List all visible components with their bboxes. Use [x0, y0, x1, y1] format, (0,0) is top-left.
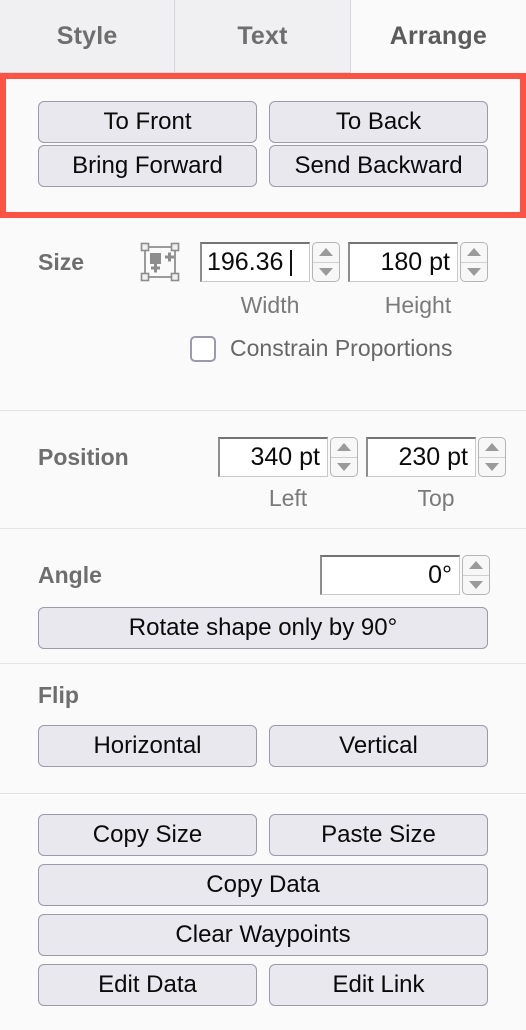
to-back-label: To Back [335, 108, 422, 135]
left-stepper-up[interactable] [331, 438, 357, 458]
width-stepper-down[interactable] [313, 263, 339, 282]
angle-value: 0° [428, 561, 452, 589]
height-stepper-down[interactable] [461, 263, 487, 282]
chevron-down-icon [467, 267, 481, 276]
top-stepper-up[interactable] [479, 438, 505, 458]
chevron-up-icon [469, 561, 483, 570]
top-field-label: Top [417, 485, 455, 511]
flip-button-row: Horizontal Vertical [0, 725, 526, 767]
size-section-title: Size [38, 248, 85, 275]
height-input[interactable]: 180 pt [348, 242, 458, 282]
left-stepper-down[interactable] [331, 458, 357, 477]
top-stepper-down[interactable] [479, 458, 505, 477]
angle-stepper-down[interactable] [463, 576, 489, 595]
top-value: 230 pt [398, 443, 468, 471]
position-section: Position 340 pt 230 pt Left Top [0, 411, 526, 529]
send-backward-label: Send Backward [294, 152, 463, 179]
tab-arrange-label: Arrange [389, 21, 487, 50]
edit-data-label: Edit Data [98, 971, 197, 998]
edit-row: Edit Data Edit Link [0, 964, 526, 1006]
height-stepper-up[interactable] [461, 243, 487, 263]
chevron-up-icon [467, 248, 481, 257]
angle-section-title: Angle [38, 561, 102, 588]
left-stepper[interactable] [330, 437, 358, 477]
order-button-row-2: Bring Forward Send Backward [6, 145, 520, 187]
tab-arrange[interactable]: Arrange [350, 0, 526, 73]
tab-style[interactable]: Style [0, 0, 176, 73]
width-stepper[interactable] [312, 242, 340, 282]
left-input[interactable]: 340 pt [218, 437, 328, 477]
to-back-button[interactable]: To Back [269, 101, 488, 143]
top-input[interactable]: 230 pt [366, 437, 476, 477]
constrain-proportions-checkbox[interactable] [190, 335, 216, 362]
angle-stepper[interactable] [462, 555, 490, 595]
chevron-down-icon [319, 267, 333, 276]
height-value: 180 pt [380, 248, 450, 276]
size-clipboard-row: Copy Size Paste Size [0, 814, 526, 856]
order-button-row-1: To Front To Back [6, 101, 520, 143]
chevron-up-icon [485, 443, 499, 452]
flip-vertical-label: Vertical [339, 732, 418, 759]
left-value: 340 pt [250, 443, 320, 471]
send-backward-button[interactable]: Send Backward [269, 145, 488, 187]
left-field-label: Left [268, 485, 308, 511]
constrain-proportions-row[interactable]: Constrain Proportions [0, 335, 526, 362]
top-stepper[interactable] [478, 437, 506, 477]
angle-input[interactable]: 0° [320, 555, 460, 595]
bring-forward-button[interactable]: Bring Forward [38, 145, 257, 187]
flip-horizontal-label: Horizontal [93, 732, 202, 759]
chevron-down-icon [469, 580, 483, 589]
to-front-button[interactable]: To Front [38, 101, 257, 143]
edit-link-button[interactable]: Edit Link [269, 964, 488, 1006]
edit-data-button[interactable]: Edit Data [38, 964, 257, 1006]
flip-section-title: Flip [38, 682, 79, 708]
width-field-label: Width [240, 292, 300, 318]
width-stepper-up[interactable] [313, 243, 339, 263]
tab-style-label: Style [56, 21, 118, 50]
height-field-label: Height [384, 292, 452, 318]
chevron-up-icon [337, 443, 351, 452]
copy-size-button[interactable]: Copy Size [38, 814, 257, 856]
autosize-icon[interactable] [138, 242, 182, 284]
flip-horizontal-button[interactable]: Horizontal [38, 725, 257, 767]
paste-size-label: Paste Size [321, 821, 436, 848]
tab-text[interactable]: Text [175, 0, 351, 73]
paste-size-button[interactable]: Paste Size [269, 814, 488, 856]
flip-vertical-button[interactable]: Vertical [269, 725, 488, 767]
to-front-label: To Front [103, 108, 192, 135]
copy-data-label: Copy Data [206, 871, 320, 898]
bring-forward-label: Bring Forward [72, 152, 223, 179]
angle-section: Angle 0° Rotate shape only by 90° [0, 529, 526, 664]
rotate-shape-90-label: Rotate shape only by 90° [128, 614, 398, 641]
chevron-down-icon [485, 462, 499, 471]
width-input[interactable]: 196.36 [200, 242, 310, 282]
order-section-highlighted: To Front To Back Bring Forward Send Back… [0, 73, 526, 218]
copy-size-label: Copy Size [92, 821, 203, 848]
chevron-down-icon [337, 462, 351, 471]
copy-data-button[interactable]: Copy Data [38, 864, 488, 906]
edit-link-label: Edit Link [332, 971, 425, 998]
clear-waypoints-label: Clear Waypoints [175, 921, 351, 948]
width-value: 196.36 [207, 248, 284, 276]
tab-text-label: Text [237, 21, 288, 50]
clear-waypoints-button[interactable]: Clear Waypoints [38, 914, 488, 956]
position-section-title: Position [38, 443, 129, 470]
height-stepper[interactable] [460, 242, 488, 282]
arrange-panel: Style Text Arrange To Front To Back Brin… [0, 0, 526, 1030]
text-caret [290, 249, 293, 276]
rotate-shape-90-button[interactable]: Rotate shape only by 90° [38, 607, 488, 649]
angle-stepper-up[interactable] [463, 556, 489, 576]
size-section: Size 196.36 180 pt Width Height Constrai… [0, 218, 526, 411]
flip-section: Flip Horizontal Vertical [0, 664, 526, 794]
format-tabbar: Style Text Arrange [0, 0, 526, 73]
actions-section: Copy Size Paste Size Copy Data Clear Way… [0, 794, 526, 1024]
constrain-proportions-label: Constrain Proportions [230, 335, 453, 361]
chevron-up-icon [319, 248, 333, 257]
